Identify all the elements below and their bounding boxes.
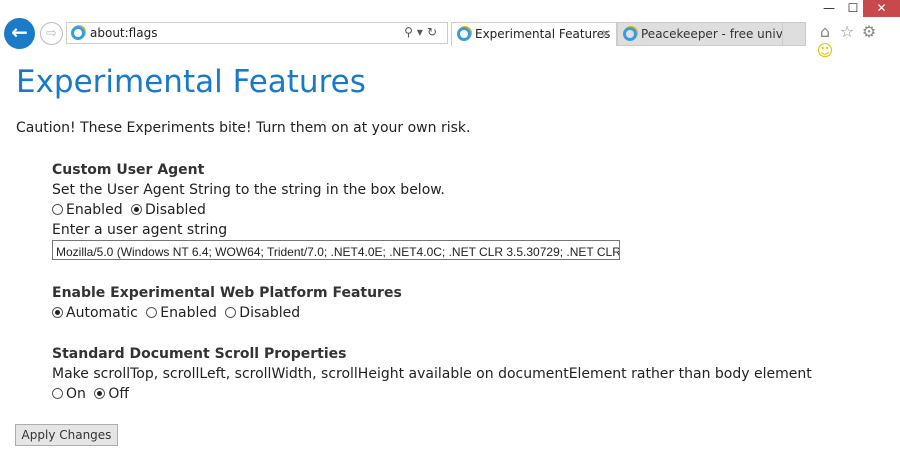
radio-label: Enabled bbox=[66, 202, 123, 218]
radio-circle bbox=[94, 388, 106, 399]
radio-circle bbox=[131, 204, 143, 215]
browser-chrome: — ☐ ✕ ← ⇨ about:flags ⚲▾↻ Experimental F… bbox=[0, 0, 900, 60]
radio-enabled[interactable]: Enabled bbox=[52, 200, 123, 220]
tab-peacekeeper[interactable]: Peacekeeper - free universa... bbox=[617, 22, 783, 46]
radio-label: Automatic bbox=[66, 305, 138, 321]
toolbar-icons: ⌂ ☆ ⚙ ☺ bbox=[814, 22, 900, 60]
radio-on[interactable]: On bbox=[52, 384, 86, 404]
apply-changes-button[interactable]: Apply Changes bbox=[15, 424, 118, 446]
radio-circle bbox=[225, 307, 237, 318]
radio-label: Disabled bbox=[239, 305, 301, 321]
radio-label: On bbox=[66, 386, 86, 402]
back-button[interactable]: ← bbox=[4, 18, 35, 49]
radio-circle bbox=[52, 204, 63, 215]
smiley-feedback-icon[interactable]: ☺ bbox=[814, 41, 836, 60]
new-tab-button[interactable] bbox=[782, 22, 806, 46]
radio-label: Enabled bbox=[160, 305, 217, 321]
tab-experimental-features[interactable]: Experimental Features ✕ bbox=[451, 22, 617, 46]
ie-tab-icon bbox=[623, 27, 637, 41]
favorites-star-icon[interactable]: ☆ bbox=[836, 22, 858, 41]
home-icon[interactable]: ⌂ bbox=[814, 22, 836, 41]
gear-icon[interactable]: ⚙ bbox=[858, 22, 880, 41]
section-scroll-properties: Standard Document Scroll Properties Make… bbox=[52, 344, 812, 404]
section-heading: Standard Document Scroll Properties bbox=[52, 346, 347, 362]
minimize-button[interactable]: — bbox=[818, 0, 840, 17]
radio-circle bbox=[146, 307, 158, 318]
section-heading: Enable Experimental Web Platform Feature… bbox=[52, 285, 402, 301]
section-experimental-web-platform: Enable Experimental Web Platform Feature… bbox=[52, 283, 402, 323]
close-window-button[interactable]: ✕ bbox=[863, 0, 900, 17]
section-custom-user-agent: Custom User Agent Set the User Agent Str… bbox=[52, 160, 620, 260]
section-heading: Custom User Agent bbox=[52, 162, 205, 178]
radio-disabled[interactable]: Disabled bbox=[225, 303, 300, 323]
radio-automatic[interactable]: Automatic bbox=[52, 303, 138, 323]
input-label: Enter a user agent string bbox=[52, 222, 228, 238]
ie-tab-icon bbox=[457, 27, 471, 41]
radio-circle bbox=[52, 388, 63, 399]
section-description: Set the User Agent String to the string … bbox=[52, 182, 445, 198]
tab-label: Experimental Features bbox=[475, 27, 611, 41]
url-text[interactable]: about:flags bbox=[90, 26, 157, 40]
user-agent-input[interactable]: Mozilla/5.0 (Windows NT 6.4; WOW64; Trid… bbox=[52, 240, 620, 260]
radio-label: Off bbox=[108, 386, 130, 402]
address-bar[interactable]: about:flags ⚲▾↻ bbox=[66, 22, 448, 44]
radio-disabled[interactable]: Disabled bbox=[131, 200, 206, 220]
tab-label: Peacekeeper - free universa... bbox=[641, 27, 783, 41]
radio-label: Disabled bbox=[145, 202, 206, 218]
forward-button[interactable]: ⇨ bbox=[40, 22, 63, 45]
radio-enabled[interactable]: Enabled bbox=[146, 303, 217, 323]
ie-page-icon bbox=[71, 26, 85, 40]
close-tab-icon[interactable]: ✕ bbox=[601, 23, 611, 45]
page-title: Experimental Features bbox=[16, 64, 366, 100]
search-dropdown-refresh-icons[interactable]: ⚲▾↻ bbox=[404, 25, 441, 39]
caution-text: Caution! These Experiments bite! Turn th… bbox=[16, 120, 471, 136]
radio-circle bbox=[52, 307, 63, 318]
radio-off[interactable]: Off bbox=[94, 384, 129, 404]
section-description: Make scrollTop, scrollLeft, scrollWidth,… bbox=[52, 366, 812, 382]
maximize-button[interactable]: ☐ bbox=[842, 0, 864, 17]
